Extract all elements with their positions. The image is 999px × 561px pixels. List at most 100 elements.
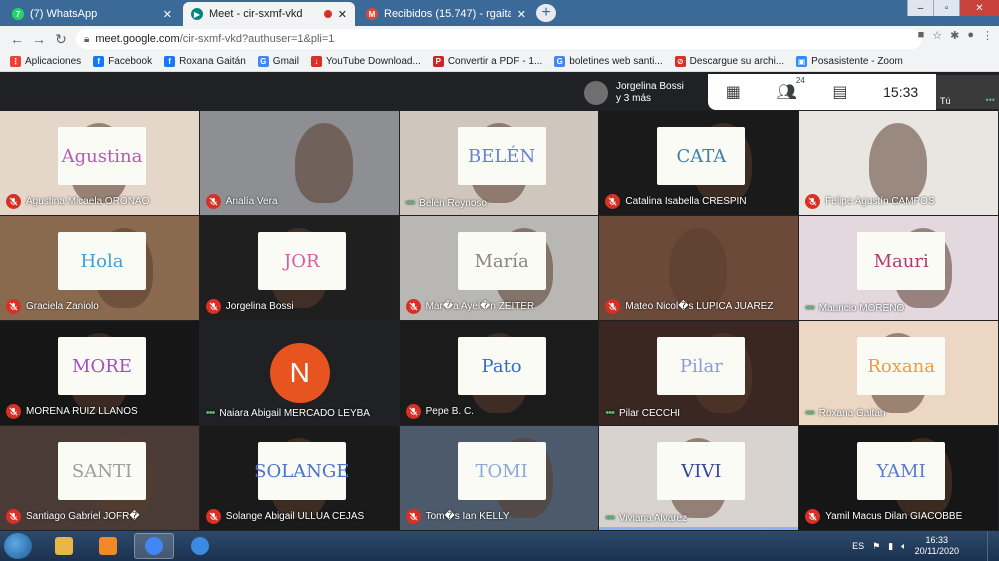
new-tab-button[interactable]: + (536, 4, 556, 22)
participant-name: Tom�s Ian KELLY (425, 511, 510, 522)
participant-tile[interactable]: VIVI ••• Viviana Alvarez (599, 426, 799, 530)
grid-layout-icon[interactable]: ▦ (726, 82, 741, 102)
show-desktop-button[interactable] (987, 531, 999, 561)
participant-name: Santiago Gabriel JOFR� (26, 511, 140, 522)
network-icon[interactable]: ▮ (888, 541, 893, 552)
participant-tile[interactable]: TOMI Tom�s Ian KELLY (399, 426, 599, 530)
star-icon[interactable]: ☆ (932, 29, 942, 42)
taskbar-app[interactable] (134, 533, 174, 559)
bookmark-label: Gmail (272, 56, 299, 67)
bookmark-label: Descargue su archi... (689, 56, 785, 67)
tab-title: (7) WhatsApp (30, 8, 98, 20)
participant-tile[interactable]: N ••• Naiara Abigail MERCADO LEYBA (199, 321, 399, 425)
participant-tile[interactable]: BELÉN ••• Belén Reynoso (399, 111, 599, 215)
bookmark-item[interactable]: ⋮ Aplicaciones (10, 56, 81, 67)
lock-icon: 🔒︎ (84, 33, 90, 45)
participant-tile[interactable]: Hola Graciela Zaniolo (0, 216, 199, 320)
participant-name: MORENA RUIZ LLANOS (26, 406, 138, 417)
language-indicator[interactable]: ES (852, 541, 864, 551)
bookmark-item[interactable]: P Convertir a PDF - 1... (432, 56, 543, 67)
participant-name: Viviana Alvarez (618, 512, 688, 524)
participant-tile[interactable]: María Mar�a Ayel�n ZEITER (399, 216, 599, 320)
self-view-tile[interactable]: Tú ••• (936, 75, 999, 109)
url-host: meet.google.com (95, 33, 180, 45)
browser-tab[interactable]: ▶ Meet - cir-sxmf-vkd ✕ (183, 2, 355, 26)
back-arrow-icon[interactable]: ← (8, 30, 26, 48)
browser-tab[interactable]: M Recibidos (15.747) - rgaitan@ho ✕ (358, 2, 534, 26)
presenter-others: y 3 más (616, 93, 652, 104)
close-tab-icon[interactable]: ✕ (338, 8, 347, 21)
participant-tile[interactable]: Pilar ••• Pilar CECCHI (599, 321, 799, 425)
taskbar-app[interactable] (88, 533, 128, 559)
participant-tile[interactable]: Agustina Agustina Micaela ORONAO (0, 111, 199, 215)
participant-tile[interactable]: Analía Vera (199, 111, 399, 215)
participant-label: ••• Belén Reynoso (406, 197, 487, 209)
bookmark-item[interactable]: f Roxana Gaitán (164, 56, 246, 67)
facebook-icon: f (93, 56, 105, 67)
participant-tile[interactable]: MORE MORENA RUIZ LLANOS (0, 321, 199, 425)
taskbar-app[interactable] (180, 533, 220, 559)
participant-label: Tom�s Ian KELLY (405, 509, 510, 524)
participant-tile[interactable]: Felipe Agustín CAMPOS (799, 111, 998, 215)
participant-label: Mar�a Ayel�n ZEITER (405, 299, 534, 314)
bookmark-label: Convertir a PDF - 1... (447, 56, 543, 67)
flag-icon[interactable]: ⚑ (872, 541, 880, 552)
volume-icon[interactable]: 🔈︎ (901, 541, 906, 552)
tray-clock[interactable]: 16:33 20/11/2020 (915, 535, 959, 557)
maximize-button[interactable]: ▫ (933, 0, 959, 16)
mic-muted-icon (405, 299, 421, 314)
mic-muted-icon (605, 299, 621, 314)
bookmark-label: YouTube Download... (325, 56, 421, 67)
start-button[interactable] (4, 533, 32, 559)
participant-tile[interactable]: SANTI Santiago Gabriel JOFR� (0, 426, 199, 530)
bookmark-item[interactable]: ↓ YouTube Download... (310, 56, 421, 67)
presenter-chip[interactable]: Jorgelina Bossi y 3 más (584, 77, 704, 109)
handmade-name-sign: Hola (58, 232, 146, 290)
url-path: /cir-sxmf-vkd?authuser=1&pli=1 (179, 33, 335, 45)
participant-tile[interactable]: JOR Jorgelina Bossi (199, 216, 399, 320)
people-icon[interactable]: 👥︎ 24 (777, 76, 805, 102)
address-bar[interactable]: 🔒︎ meet.google.com/cir-sxmf-vkd?authuser… (76, 29, 922, 49)
participant-tile[interactable]: CATA Catalina Isabella CRESPIN (599, 111, 799, 215)
participant-label: Felipe Agustín CAMPOS (805, 194, 935, 209)
reload-icon[interactable]: ↻ (52, 30, 70, 48)
mic-muted-icon (405, 509, 421, 524)
bookmark-item[interactable]: ▣ Posasistente - Zoom (796, 56, 903, 67)
close-tab-icon[interactable]: ✕ (517, 8, 526, 21)
avatar: N (269, 343, 330, 403)
participant-tile[interactable]: SOLANGE Solange Abigail ULLUA CEJAS (199, 426, 399, 530)
close-window-button[interactable]: ✕ (959, 0, 999, 16)
profile-avatar-icon[interactable]: ● (967, 29, 974, 42)
browser-toolbar: ← → ↻ 🔒︎ meet.google.com/cir-sxmf-vkd?au… (0, 26, 999, 52)
zoom-icon: ▣ (796, 56, 808, 67)
participant-label: Analía Vera (205, 194, 278, 209)
participant-name: Naiara Abigail MERCADO LEYBA (219, 407, 370, 419)
handmade-name-sign: Pato (457, 337, 546, 395)
forward-arrow-icon[interactable]: → (30, 30, 48, 48)
presenter-name: Jorgelina Bossi (616, 81, 684, 92)
bookmark-item[interactable]: Gboletines web santi... (554, 56, 663, 67)
participant-label: Catalina Isabella CRESPIN (605, 194, 747, 209)
close-tab-icon[interactable]: ✕ (163, 8, 172, 21)
internet-explorer-icon (191, 537, 209, 555)
menu-dots-icon[interactable]: ⋮ (982, 29, 993, 42)
participant-tile[interactable]: Pato Pepe B. C. (399, 321, 599, 425)
taskbar-app[interactable] (44, 533, 84, 559)
tray-date: 20/11/2020 (914, 546, 959, 556)
camera-icon[interactable]: ■ (918, 29, 925, 42)
bookmarks-bar: ⋮ Aplicaciones f Facebook f Roxana Gaitán G Gma… (0, 52, 999, 72)
participant-tile[interactable]: YAMI Yamil Macus Dilan GIACOBBE (799, 426, 998, 530)
participant-tile[interactable]: Mauri ••• Mauricio MORENO (799, 216, 998, 320)
extensions-icon[interactable]: ✱ (950, 29, 959, 42)
bookmark-item[interactable]: ⊘ Descargue su archi... (674, 56, 785, 67)
bookmark-item[interactable]: G Gmail (257, 56, 299, 67)
browser-tabstrip: 7 (7) WhatsApp ✕ ▶ Meet - cir-sxmf-vkd ✕ M Reci… (0, 0, 999, 26)
bookmark-item[interactable]: f Facebook (93, 56, 152, 67)
participant-tile[interactable]: Roxana ••• Roxana Gaitán (799, 321, 998, 425)
whatsapp-icon: 7 (12, 8, 24, 20)
minimize-button[interactable]: – (907, 0, 933, 16)
browser-tab[interactable]: 7 (7) WhatsApp ✕ (4, 2, 180, 26)
chat-icon[interactable]: ▤ (832, 82, 847, 102)
participant-tile[interactable]: Mateo Nicol�s LUPICA JUAREZ (599, 216, 799, 320)
participant-name: Agustina Micaela ORONAO (26, 196, 150, 207)
